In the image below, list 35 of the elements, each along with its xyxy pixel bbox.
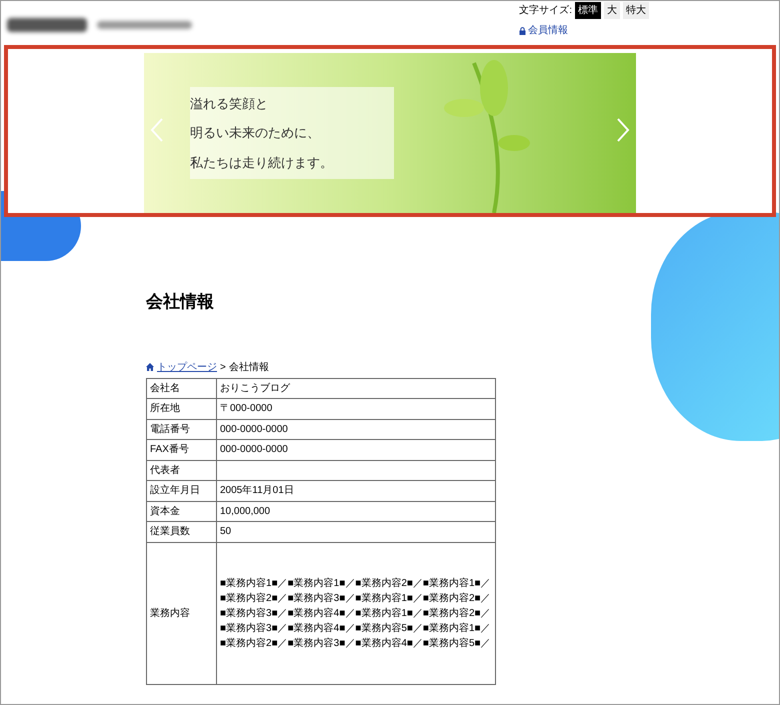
table-label-cell: 設立年月日: [146, 480, 216, 501]
font-size-button[interactable]: 大: [604, 2, 620, 19]
slide-caption: 私たちは走り続けます。: [190, 154, 334, 172]
table-label-cell: 代表者: [146, 460, 216, 480]
home-icon: [146, 363, 154, 371]
table-label-cell: 従業員数: [146, 522, 216, 542]
breadcrumb-separator: >: [220, 360, 226, 374]
table-label-cell: 電話番号: [146, 419, 216, 440]
slide-caption: 溢れる笑顔と: [190, 94, 269, 113]
table-label-cell: 所在地: [146, 398, 216, 419]
table-label-cell: 業務内容: [146, 542, 216, 684]
breadcrumb-link[interactable]: トップページ: [157, 360, 217, 374]
table-value-cell: 000-0000-0000: [216, 440, 496, 460]
page-title: 会社情報: [146, 291, 215, 313]
font-size-button[interactable]: 特大: [623, 2, 649, 19]
table-value-cell: 50: [216, 522, 496, 542]
table-value-cell: 2005年11月01日: [216, 480, 496, 501]
table-label-cell: 資本金: [146, 501, 216, 522]
member-info-link[interactable]: 会員情報: [519, 23, 568, 38]
slide-caption: 明るい未来のために、: [190, 124, 321, 142]
chevron-left-icon: [150, 117, 164, 143]
table-value-cell: 〒000-0000: [216, 398, 496, 419]
lock-icon: [519, 26, 526, 34]
breadcrumb-current: 会社情報: [228, 360, 269, 374]
table-label-cell: FAX番号: [146, 440, 216, 460]
table-label-cell: 会社名: [146, 378, 216, 398]
table-value-cell: おりこうブログ: [216, 378, 496, 398]
table-value-cell: ■業務内容1■／■業務内容1■／■業務内容2■／■業務内容1■／■業務内容2■／■業務内容3■／■業務内容1■／■業務内容2■／■業務内容3■／■業務内容4■／■業務内容1■／■業務内容2■／■業務内容3■／■業務内容4■／■業務内容5■／■業務内容1■／■業務内容2■／■業務内容3■／■業務内容4■／■業務内容5■／: [216, 542, 496, 684]
font-size-label: 文字サイズ:: [519, 4, 572, 18]
font-size-button[interactable]: 標準: [575, 2, 601, 19]
chevron-right-icon: [616, 117, 630, 143]
next-slide-arrow[interactable]: [616, 117, 630, 143]
table-value-cell: 10,000,000: [216, 501, 496, 522]
table-value-cell: 000-0000-0000: [216, 419, 496, 440]
previous-slide-arrow[interactable]: [150, 117, 164, 143]
